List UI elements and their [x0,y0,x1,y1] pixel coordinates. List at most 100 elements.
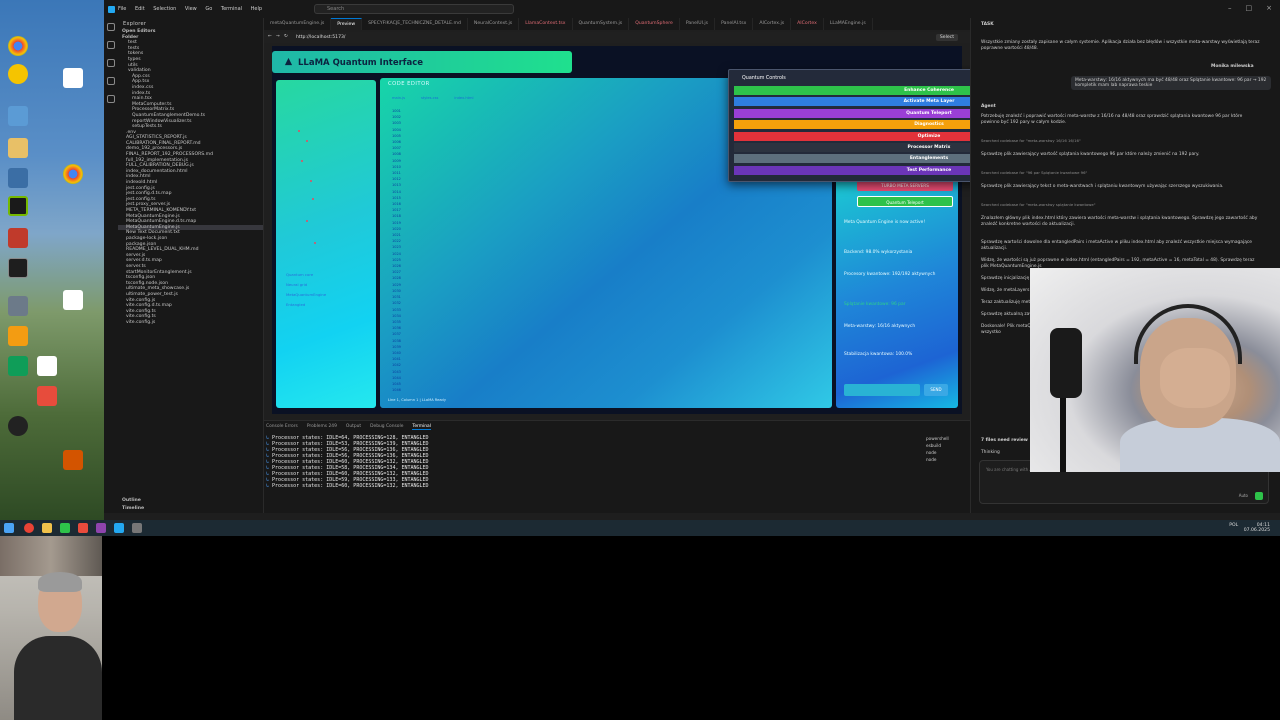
code-tab[interactable]: styles.css [421,96,438,100]
status-message: Stabilizacja kwantowa: 100.0% [844,352,913,357]
menu-selection[interactable]: Selection [153,6,176,12]
code-editor-status: Line 1, Column 1 | LLaMA Ready [388,398,446,402]
tab-terminal[interactable]: Terminal [412,424,431,430]
tool-call: Searched codebase for "meta-warstwy splą… [981,202,1096,207]
llama-logo-icon [284,57,293,66]
terminal-item[interactable]: esbuild [926,442,949,449]
app-desktop-icon[interactable] [56,450,90,472]
chrome-desktop-icon[interactable] [56,164,90,186]
close-icon[interactable]: × [1266,4,1272,12]
send-icon[interactable] [1255,492,1263,500]
tab-console-errors[interactable]: Console Errors [266,424,298,430]
language-indicator[interactable]: POL [1229,523,1238,528]
source-control-icon[interactable] [107,59,115,67]
start-icon[interactable] [4,523,14,533]
app-desktop-icon[interactable] [1,416,35,438]
file-desktop-icon[interactable] [56,290,90,312]
command-search[interactable]: Search [314,4,514,14]
extensions-icon[interactable] [107,95,115,103]
back-icon[interactable]: ← [268,34,272,39]
menu-file[interactable]: File [118,6,126,12]
menu-terminal[interactable]: Terminal [221,6,242,12]
app-taskbar-icon[interactable] [96,523,106,533]
maximize-icon[interactable]: □ [1246,4,1253,12]
code-editor-tabs: main.js styles.css index.html [392,96,474,100]
tab-debug-console[interactable]: Debug Console [370,424,403,430]
folder-taskbar-icon[interactable] [42,523,52,533]
app-title: LLaMA Quantum Interface [298,58,424,68]
outline-section[interactable]: Outline [122,498,141,504]
chat-input[interactable] [844,384,920,396]
timeline-section[interactable]: Timeline [122,506,144,512]
minimize-icon[interactable]: – [1228,4,1232,12]
editor-tab[interactable]: PanelAI.tsx [715,18,754,30]
app-desktop-icon[interactable] [1,326,35,348]
app-taskbar-icon[interactable] [60,523,70,533]
nvidia-desktop-icon[interactable] [1,196,35,218]
search-icon[interactable] [107,41,115,49]
editor-tab[interactable]: Preview [331,18,363,30]
emoji-desktop-icon[interactable] [1,64,35,86]
terminal-item[interactable]: node [926,456,949,463]
terminal-item[interactable]: node [926,449,949,456]
menu-go[interactable]: Go [205,6,212,12]
editor-tab[interactable]: AICortex.js [753,18,792,30]
reload-icon[interactable]: ↻ [284,34,288,39]
menu-view[interactable]: View [185,6,197,12]
run-debug-icon[interactable] [107,77,115,85]
editor-tab[interactable]: SPECYFIKACJE_TECHNICZNE_DETALE.md [362,18,468,30]
line-number-gutter: 1001 1002 1003 1004 1005 1006 1007 1008 1009 1010… [392,108,410,398]
mode-select[interactable]: Auto [1239,493,1248,498]
terminal-item[interactable]: powershell [926,435,949,442]
app-taskbar-icon[interactable] [132,523,142,533]
app-desktop-icon[interactable] [1,106,35,128]
graph-node [306,220,308,222]
agent-message: Znalazłem główny plik index.html który z… [981,216,1258,227]
send-button[interactable]: SEND [924,384,948,396]
tab-output[interactable]: Output [346,424,361,430]
file-tree: test tests tokens types utils validation App.c… [118,40,263,325]
file-desktop-icon[interactable] [56,68,90,90]
code-tab[interactable]: index.html [454,96,473,100]
editor-tab[interactable]: QuantumSystem.js [573,18,630,30]
tab-problems[interactable]: Problems 249 [307,424,337,430]
file-desktop-icon[interactable] [30,356,64,378]
explorer-icon[interactable] [107,23,115,31]
quantum-teleport-button[interactable]: Quantum Teleport [857,196,953,207]
app-desktop-icon[interactable] [30,386,64,408]
editor-tab[interactable]: LlamaContext.tsx [519,18,573,30]
editor-tab[interactable]: PanelUI.js [680,18,716,30]
menu-edit[interactable]: Edit [135,6,145,12]
editor-tab[interactable]: AICortex [791,18,824,30]
agent-name: Agent [981,104,996,109]
folder-desktop-icon[interactable] [1,138,35,160]
file-tree-item[interactable]: vite.config.js [118,320,263,326]
problems-badge: 249 [328,424,337,429]
app-desktop-icon[interactable] [1,228,35,250]
app-desktop-icon[interactable] [1,168,35,190]
url-field[interactable]: http://localhost:5173/ [296,35,345,40]
forward-icon[interactable]: → [276,34,280,39]
app-desktop-icon[interactable] [1,296,35,318]
select-element-button[interactable]: Select [935,34,958,41]
code-tab[interactable]: main.js [392,96,405,100]
window-controls: – □ × [1228,4,1272,12]
background-shelf [0,536,102,576]
editor-tab[interactable]: LLaMAEngine.js [824,18,873,30]
editor-tab[interactable]: QuantumSphere [629,18,680,30]
status-message: Splątanie kwantowe: 96 par [844,302,906,307]
status-message: Meta Quantum Engine is now active! [844,220,926,225]
panel-label: Quantum core [286,272,314,277]
menu-help[interactable]: Help [251,6,262,12]
editor-tab[interactable]: metaQuantumEngine.js [264,18,332,30]
chrome-taskbar-icon[interactable] [24,523,34,533]
code-editor-title: CODE EDITOR [388,81,430,87]
line-number: 1046 [392,388,401,393]
editor-tab[interactable]: NeuralContext.js [468,18,520,30]
agent-message: Potrzebuję znaleźć i poprawić wartości m… [981,114,1243,125]
chrome-desktop-icon[interactable] [1,36,35,58]
vscode-taskbar-icon[interactable] [114,523,124,533]
app-taskbar-icon[interactable] [78,523,88,533]
person-hair [38,572,82,592]
terminal-desktop-icon[interactable] [1,258,35,280]
